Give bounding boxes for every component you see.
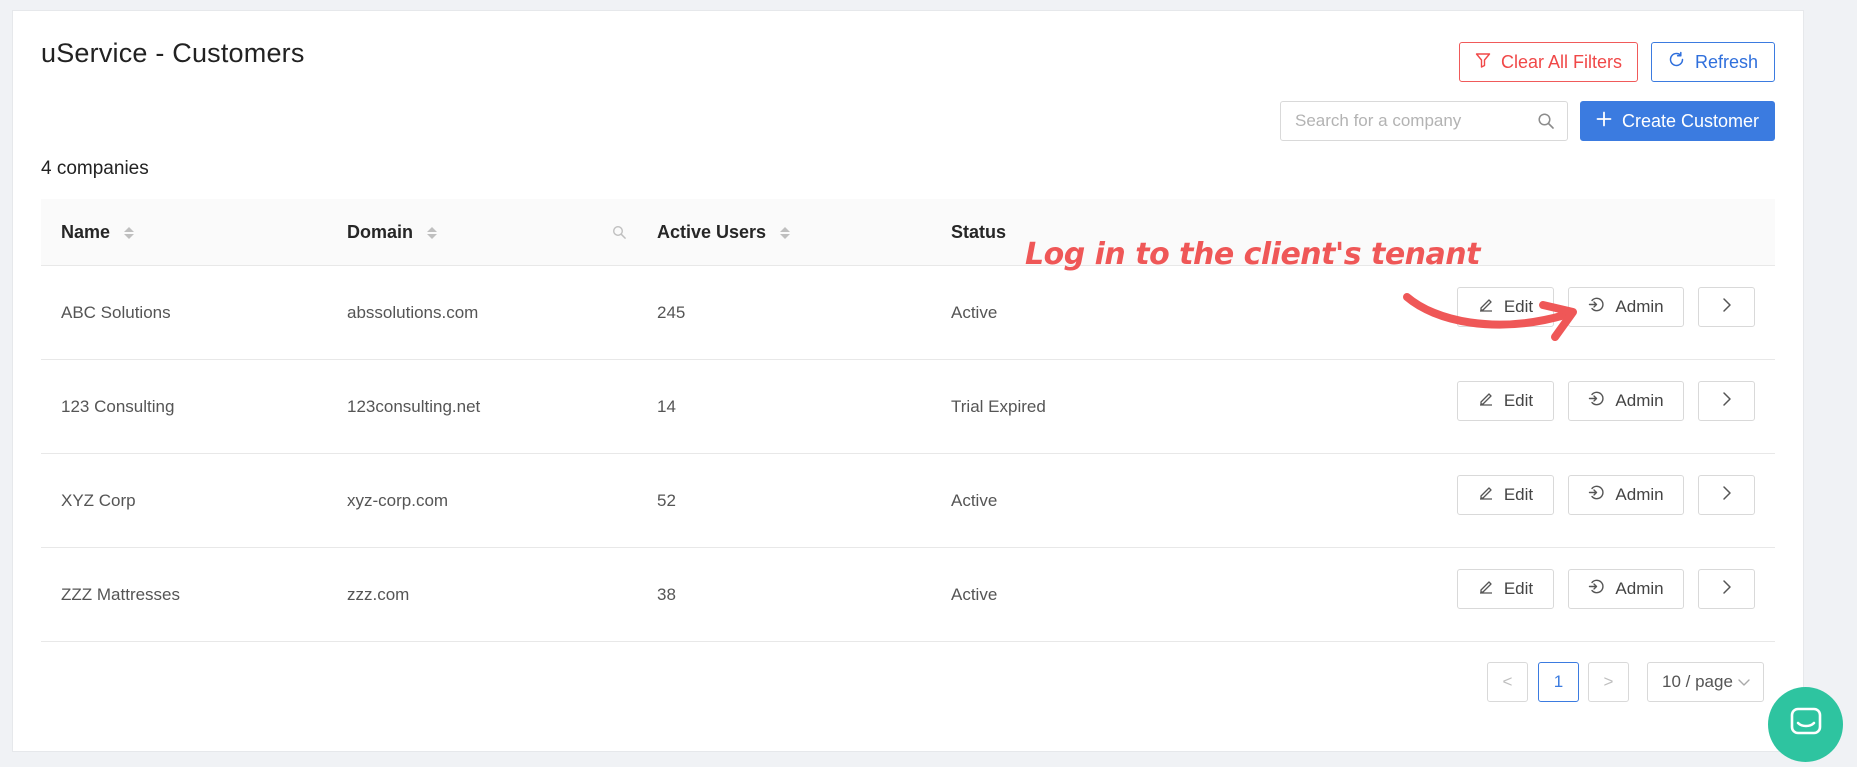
admin-label: Admin — [1615, 579, 1664, 598]
cell-name: ZZZ Mattresses — [61, 584, 181, 604]
cell-domain: xyz-corp.com — [347, 490, 449, 510]
chevron-right-icon — [1721, 579, 1733, 600]
sort-icon[interactable] — [427, 226, 438, 239]
cell-active-users: 245 — [657, 302, 686, 322]
column-header-status: Status — [951, 199, 1006, 266]
page-title: uService - Customers — [41, 38, 305, 68]
edit-label: Edit — [1503, 485, 1534, 504]
table-header: Name Domain Active Users Status — [41, 199, 1775, 266]
admin-label: Admin — [1615, 391, 1664, 410]
pencil-icon — [1478, 579, 1494, 600]
create-customer-label: Create Customer — [1621, 110, 1760, 131]
edit-button[interactable]: Edit — [1457, 569, 1554, 609]
pagination-next-button[interactable]: > — [1588, 662, 1629, 702]
refresh-button[interactable]: Refresh — [1651, 42, 1775, 82]
cell-status: Active — [951, 584, 998, 604]
page-size-select[interactable]: 10 / page — [1647, 662, 1764, 702]
login-icon — [1588, 578, 1605, 600]
cell-name: XYZ Corp — [61, 490, 136, 510]
admin-label: Admin — [1615, 297, 1664, 316]
pagination-page-1[interactable]: 1 — [1538, 662, 1579, 702]
chat-icon — [1788, 704, 1824, 745]
cell-status: Active — [951, 302, 998, 322]
table-row: ZZZ Mattresses zzz.com 38 Active Edit Ad… — [41, 548, 1775, 642]
chevron-down-icon — [1737, 672, 1751, 692]
pencil-icon — [1478, 485, 1494, 506]
column-header-active-users[interactable]: Active Users — [657, 199, 791, 266]
table-row: XYZ Corp xyz-corp.com 52 Active Edit Adm… — [41, 454, 1775, 548]
open-details-button[interactable] — [1698, 287, 1755, 327]
edit-button[interactable]: Edit — [1457, 475, 1554, 515]
cell-active-users: 14 — [657, 396, 676, 416]
annotation-arrow-icon — [1403, 293, 1577, 341]
column-header-name-label: Name — [61, 222, 111, 242]
cell-status: Active — [951, 490, 998, 510]
cell-name: ABC Solutions — [61, 302, 171, 322]
edit-button[interactable]: Edit — [1457, 381, 1554, 421]
chevron-right-icon — [1721, 391, 1733, 412]
chevron-right-icon — [1721, 485, 1733, 506]
sort-icon[interactable] — [780, 226, 791, 239]
admin-label: Admin — [1615, 485, 1664, 504]
refresh-icon — [1668, 51, 1685, 73]
cell-domain: abssolutions.com — [347, 302, 479, 322]
edit-label: Edit — [1503, 391, 1534, 410]
cell-active-users: 38 — [657, 584, 676, 604]
admin-button[interactable]: Admin — [1568, 475, 1684, 515]
open-details-button[interactable] — [1698, 475, 1755, 515]
login-icon — [1588, 484, 1605, 506]
create-customer-button[interactable]: Create Customer — [1580, 101, 1775, 141]
cell-domain: zzz.com — [347, 584, 410, 604]
chevron-right-icon — [1721, 297, 1733, 318]
open-details-button[interactable] — [1698, 381, 1755, 421]
table-row: 123 Consulting 123consulting.net 14 Tria… — [41, 360, 1775, 454]
column-header-domain-label: Domain — [347, 222, 414, 242]
clear-all-filters-button[interactable]: Clear All Filters — [1459, 42, 1638, 82]
cell-status: Trial Expired — [951, 396, 1046, 416]
cell-active-users: 52 — [657, 490, 676, 510]
login-icon — [1588, 390, 1605, 412]
open-details-button[interactable] — [1698, 569, 1755, 609]
annotation-text: Log in to the client's tenant — [1025, 237, 1480, 272]
column-header-active-users-label: Active Users — [657, 222, 767, 242]
search-input[interactable] — [1295, 102, 1530, 140]
column-filter-search-icon[interactable] — [612, 225, 627, 245]
company-search — [1280, 101, 1568, 141]
admin-button[interactable]: Admin — [1568, 569, 1684, 609]
pencil-icon — [1478, 391, 1494, 412]
chat-launcher-button[interactable] — [1768, 687, 1843, 762]
search-icon[interactable] — [1537, 112, 1555, 135]
column-header-domain[interactable]: Domain — [347, 199, 438, 266]
page-size-label: 10 / page — [1662, 672, 1733, 691]
pagination-prev-button[interactable]: < — [1487, 662, 1528, 702]
sort-icon[interactable] — [124, 226, 135, 239]
plus-icon — [1596, 111, 1612, 132]
cell-domain: 123consulting.net — [347, 396, 481, 416]
clear-all-filters-label: Clear All Filters — [1500, 51, 1623, 72]
cell-name: 123 Consulting — [61, 396, 175, 416]
edit-label: Edit — [1503, 579, 1534, 598]
refresh-label: Refresh — [1694, 51, 1759, 72]
company-count: 4 companies — [41, 158, 149, 179]
admin-button[interactable]: Admin — [1568, 381, 1684, 421]
column-header-status-label: Status — [951, 222, 1007, 242]
filter-icon — [1475, 52, 1491, 73]
column-header-name[interactable]: Name — [61, 199, 135, 266]
